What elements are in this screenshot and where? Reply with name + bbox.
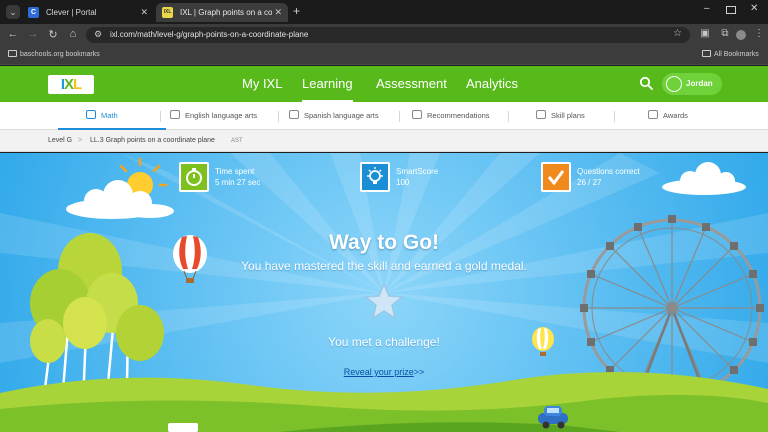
reveal-prize: Reveal your prize>>: [0, 367, 768, 377]
browser-tab-clever[interactable]: C Clever | Portal ✕: [22, 3, 154, 22]
new-tab-plus-icon[interactable]: +: [293, 4, 300, 18]
browser-tab-ixl[interactable]: IXL IXL | Graph points on a coordin ✕: [156, 3, 288, 22]
folder-icon: [702, 50, 711, 57]
tab-list-chevron-icon[interactable]: ⌄: [6, 5, 20, 19]
breadcrumb: Level G > LL.3 Graph points on a coordin…: [0, 130, 768, 152]
url-text[interactable]: ixl.com/math/level-g/graph-points-on-a-c…: [110, 30, 308, 39]
bookmark-folder-baschools[interactable]: baschools.org bookmarks: [8, 50, 100, 58]
browser-tabstrip: ⌄ C Clever | Portal ✕ IXL IXL | Graph po…: [0, 0, 768, 24]
divider: [278, 111, 279, 122]
divider: [508, 111, 509, 122]
reveal-prize-link[interactable]: Reveal your prize: [344, 367, 414, 377]
nav-assessment[interactable]: Assessment: [376, 76, 447, 91]
stopwatch-icon: [179, 162, 209, 192]
stat-label: SmartScore: [396, 167, 439, 176]
subnav-math[interactable]: Math: [58, 102, 165, 130]
puzzle-extensions-icon[interactable]: ⧉: [718, 28, 732, 39]
close-tab-icon[interactable]: ✕: [274, 3, 282, 22]
minimize-icon[interactable]: –: [704, 3, 710, 14]
folder-icon: [8, 50, 17, 57]
divider: [399, 111, 400, 122]
breadcrumb-level[interactable]: Level G: [48, 137, 72, 144]
breadcrumb-separator: >: [78, 137, 83, 144]
window-close-icon[interactable]: ✕: [750, 3, 758, 14]
subject-nav: Math English language arts Spanish langu…: [0, 102, 768, 130]
scene-background: [0, 153, 768, 432]
breadcrumb-skill: LL.3 Graph points on a coordinate plane: [90, 137, 215, 144]
nav-learning[interactable]: Learning: [302, 76, 353, 102]
skill-plans-icon: [536, 110, 546, 119]
divider: [160, 111, 161, 122]
reload-icon[interactable]: ↻: [46, 28, 60, 41]
ixl-logo[interactable]: IXL: [48, 75, 94, 94]
close-tab-icon[interactable]: ✕: [140, 3, 148, 22]
reveal-arrows: >>: [413, 367, 425, 377]
subnav-awards[interactable]: Awards: [648, 102, 688, 130]
stat-label: Time spent: [215, 167, 255, 176]
extension-icon[interactable]: ▣: [698, 28, 712, 39]
book-icon: [170, 110, 180, 119]
profile-avatar-icon[interactable]: [736, 30, 746, 40]
subnav-skill-plans[interactable]: Skill plans: [536, 102, 585, 130]
challenge-message: You met a challenge!: [328, 335, 440, 349]
ixl-favicon-icon: IXL: [162, 7, 173, 18]
bookmarks-bar: baschools.org bookmarks All Bookmarks: [0, 46, 768, 65]
divider: [614, 111, 615, 122]
tab-title: IXL | Graph points on a coordin: [180, 8, 272, 17]
search-icon[interactable]: [639, 76, 653, 90]
tab-title: Clever | Portal: [46, 8, 97, 17]
subnav-recommendations[interactable]: Recommendations: [412, 102, 490, 130]
subnav-spanish[interactable]: Spanish language arts: [289, 102, 379, 130]
home-icon[interactable]: ⌂: [66, 28, 80, 40]
math-icon: [86, 110, 96, 119]
bookmark-star-icon[interactable]: ☆: [673, 28, 682, 39]
spanish-book-icon: [289, 110, 299, 119]
stat-label: Questions correct: [577, 167, 640, 176]
stat-value: 100: [396, 178, 410, 187]
maximize-icon[interactable]: [726, 6, 736, 14]
ixl-header: IXL My IXL Learning Assessment Analytics…: [0, 66, 768, 102]
award-headline: Way to Go!: [328, 231, 440, 254]
forward-arrow-icon[interactable]: →: [26, 28, 40, 40]
user-avatar-icon: [666, 76, 682, 92]
nav-analytics[interactable]: Analytics: [466, 76, 518, 91]
stat-value: 5 min 27 sec: [215, 178, 261, 187]
bottom-sign: [168, 423, 198, 432]
checkmark-icon: [541, 162, 571, 192]
awards-icon: [648, 110, 658, 119]
browser-toolbar: ← → ↻ ⌂ ⚙ ixl.com/math/level-g/graph-poi…: [0, 24, 768, 46]
more-menu-icon[interactable]: ⋮: [752, 28, 766, 39]
recommendations-icon: [412, 110, 422, 119]
address-bar[interactable]: ⚙ ixl.com/math/level-g/graph-points-on-a…: [86, 27, 690, 43]
award-scene: Time spent 5 min 27 sec SmartScore 100 Q…: [0, 153, 768, 432]
lightbulb-icon: [360, 162, 390, 192]
subnav-english[interactable]: English language arts: [170, 102, 257, 130]
award-message: You have mastered the skill and earned a…: [241, 259, 527, 273]
site-info-icon[interactable]: ⚙: [94, 29, 102, 40]
stat-value: 26 / 27: [577, 178, 602, 187]
user-menu-button[interactable]: Jordan: [662, 73, 722, 95]
clever-favicon-icon: C: [28, 7, 39, 18]
back-arrow-icon[interactable]: ←: [6, 28, 20, 40]
skill-code: AST: [231, 138, 243, 144]
nav-my-ixl[interactable]: My IXL: [242, 76, 282, 91]
user-name: Jordan: [686, 79, 713, 88]
all-bookmarks-button[interactable]: All Bookmarks: [702, 50, 759, 58]
